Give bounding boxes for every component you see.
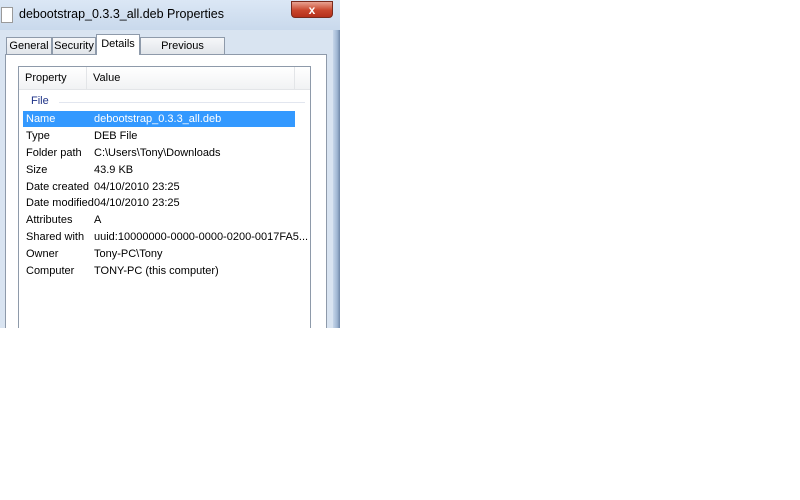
- details-panel: Property Value File Name debootstrap_0.3…: [5, 54, 327, 328]
- property-value: uuid:10000000-0000-0000-0200-0017FA5...: [94, 231, 309, 243]
- table-row[interactable]: Shared with uuid:10000000-0000-0000-0200…: [23, 229, 308, 245]
- property-value: DEB File: [94, 130, 138, 142]
- close-icon: x: [308, 3, 316, 17]
- table-row[interactable]: Date created 04/10/2010 23:25: [23, 179, 295, 195]
- property-value: debootstrap_0.3.3_all.deb: [94, 113, 222, 125]
- table-row[interactable]: Size 43.9 KB: [23, 162, 295, 178]
- column-header-property[interactable]: Property: [19, 67, 87, 89]
- window-frame-right: [333, 30, 340, 328]
- table-row[interactable]: Date modified 04/10/2010 23:25: [23, 195, 295, 211]
- property-name: Date created: [26, 181, 89, 193]
- property-name: Name: [26, 113, 56, 125]
- table-row[interactable]: Owner Tony-PC\Tony: [23, 246, 295, 262]
- tab-bar: General Security Details Previous Versio…: [0, 33, 333, 68]
- property-name: Attributes: [26, 214, 73, 226]
- title-bar[interactable]: debootstrap_0.3.3_all.deb Properties x: [0, 0, 340, 30]
- tab-previous-versions[interactable]: Previous Versions: [140, 37, 225, 68]
- property-value: 04/10/2010 23:25: [94, 197, 180, 209]
- tab-general[interactable]: General: [6, 37, 52, 54]
- tab-details[interactable]: Details: [96, 34, 140, 55]
- property-name: Size: [26, 164, 48, 176]
- group-divider: [59, 102, 305, 103]
- window-title: debootstrap_0.3.3_all.deb Properties: [19, 7, 225, 21]
- properties-dialog: debootstrap_0.3.3_all.deb Properties x G…: [0, 0, 340, 328]
- table-row[interactable]: Attributes A: [23, 212, 295, 228]
- property-name: Owner: [26, 248, 59, 260]
- property-name: Type: [26, 130, 50, 142]
- table-row[interactable]: Folder path C:\Users\Tony\Downloads: [23, 145, 295, 161]
- property-value: 43.9 KB: [94, 164, 134, 176]
- property-name: Folder path: [26, 147, 82, 159]
- property-value: C:\Users\Tony\Downloads: [94, 147, 221, 159]
- property-value: A: [94, 214, 102, 226]
- group-label-file: File: [31, 95, 49, 107]
- property-name: Date modified: [26, 197, 94, 209]
- close-button[interactable]: x: [291, 1, 333, 18]
- property-value: 04/10/2010 23:25: [94, 181, 180, 193]
- table-row[interactable]: Type DEB File: [23, 128, 295, 144]
- tab-security[interactable]: Security: [52, 37, 96, 54]
- details-list[interactable]: Property Value File Name debootstrap_0.3…: [18, 66, 311, 328]
- property-value: Tony-PC\Tony: [94, 248, 163, 260]
- table-row[interactable]: Computer TONY-PC (this computer): [23, 263, 295, 279]
- table-row[interactable]: Name debootstrap_0.3.3_all.deb: [23, 111, 295, 127]
- property-name: Computer: [26, 265, 75, 277]
- column-header-value[interactable]: Value: [87, 67, 295, 89]
- property-name: Shared with: [26, 231, 85, 243]
- property-value: TONY-PC (this computer): [94, 265, 219, 277]
- file-icon: [1, 7, 13, 23]
- column-header: Property Value: [19, 67, 310, 90]
